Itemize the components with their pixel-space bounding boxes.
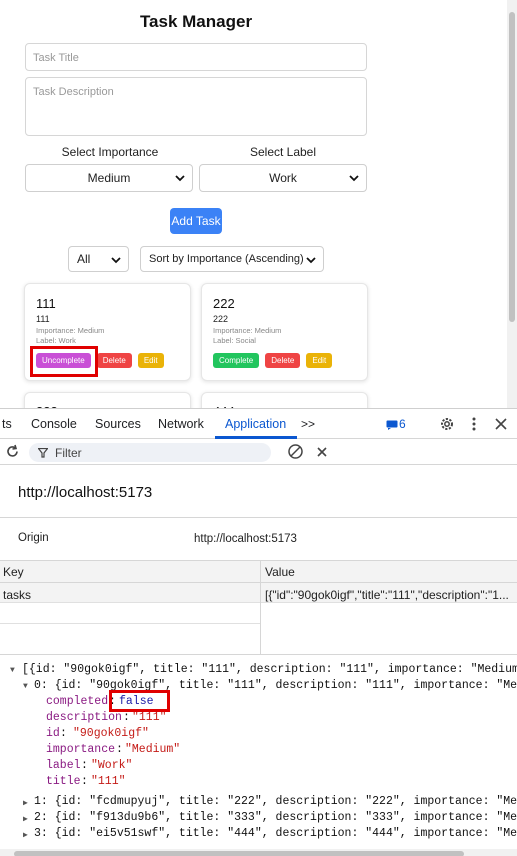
uncomplete-button[interactable]: Uncomplete bbox=[36, 353, 91, 368]
storage-toolbar: Filter bbox=[0, 439, 517, 465]
tree-item-0[interactable]: ▼ 0: {id: "90gok0igf", title: "111", des… bbox=[0, 679, 517, 695]
tree-item-3[interactable]: ▶ 3: {id: "ei5v51swf", title: "444", des… bbox=[0, 827, 517, 843]
label-select[interactable]: Work bbox=[199, 164, 367, 192]
filter-placeholder: Filter bbox=[55, 445, 82, 460]
kebab-menu-icon[interactable] bbox=[470, 416, 478, 432]
task-description: 222 bbox=[213, 314, 229, 324]
delete-button[interactable]: Delete bbox=[265, 353, 301, 368]
task-label: Label: Social bbox=[213, 336, 256, 345]
importance-select[interactable]: Medium bbox=[25, 164, 193, 192]
sort-select[interactable]: Sort by Importance (Ascending) bbox=[140, 246, 324, 272]
tab-console[interactable]: Console bbox=[31, 417, 77, 431]
task-importance: Importance: Medium bbox=[36, 326, 105, 335]
tab-network[interactable]: Network bbox=[158, 417, 204, 431]
value-column-header[interactable]: Value bbox=[262, 561, 298, 583]
key-column-header[interactable]: Key bbox=[0, 561, 27, 583]
horizontal-scrollbar-thumb[interactable] bbox=[14, 851, 464, 856]
task-label: Label: Work bbox=[36, 336, 76, 345]
page-scrollbar[interactable] bbox=[507, 0, 517, 408]
task-description: 111 bbox=[36, 314, 50, 324]
chevron-down-icon bbox=[111, 257, 121, 264]
devtools-panel: ts Console Sources Network Application >… bbox=[0, 408, 517, 856]
tree-item-1[interactable]: ▶ 1: {id: "fcdmupyuj", title: "222", des… bbox=[0, 795, 517, 811]
add-task-button[interactable]: Add Task bbox=[170, 208, 222, 234]
importance-label: Select Importance bbox=[61, 145, 159, 159]
chevron-down-icon bbox=[306, 257, 316, 264]
filter-input[interactable]: Filter bbox=[29, 443, 271, 462]
task-title-input[interactable]: Task Title bbox=[25, 43, 367, 71]
issues-count: 6 bbox=[399, 417, 406, 431]
sort-select-value: Sort by Importance (Ascending) bbox=[149, 253, 304, 265]
prop-label: label: "Work" bbox=[46, 759, 133, 772]
table-row-value[interactable]: [{"id":"90gok0igf","title":"111","descri… bbox=[262, 585, 517, 605]
task-card: 333 bbox=[24, 392, 191, 408]
prop-title: title: "111" bbox=[46, 775, 126, 788]
task-title: 222 bbox=[213, 296, 235, 311]
chevron-down-icon bbox=[349, 175, 359, 182]
tab-application[interactable]: Application bbox=[225, 417, 286, 431]
task-card: 444 bbox=[201, 392, 368, 408]
devtools-tabbar: ts Console Sources Network Application >… bbox=[0, 409, 517, 439]
more-tabs-icon[interactable]: >> bbox=[301, 417, 315, 431]
storage-table: Key Value tasks [{"id":"90gok0igf","titl… bbox=[0, 561, 517, 655]
page-title: Task Manager bbox=[139, 12, 253, 31]
task-card: 111 111 Importance: Medium Label: Work U… bbox=[24, 283, 191, 381]
filter-select[interactable]: All bbox=[68, 246, 129, 272]
task-importance: Importance: Medium bbox=[213, 326, 282, 335]
tree-item-2[interactable]: ▶ 2: {id: "f913du9b6", title: "333", des… bbox=[0, 811, 517, 827]
label-select-label: Select Label bbox=[249, 145, 317, 159]
filter-select-value: All bbox=[77, 252, 91, 266]
edit-button[interactable]: Edit bbox=[306, 353, 333, 368]
tab-elements[interactable]: ts bbox=[2, 417, 12, 431]
clear-all-icon[interactable] bbox=[287, 443, 304, 460]
task-title: 111 bbox=[36, 296, 56, 311]
prop-id: id: "90gok0igf" bbox=[46, 727, 149, 740]
tree-root[interactable]: ▼ [{id: "90gok0igf", title: "111", descr… bbox=[0, 663, 517, 679]
storage-origin-title: http://localhost:5173 bbox=[18, 484, 153, 501]
prop-completed: completed: false bbox=[46, 695, 154, 708]
table-row-key[interactable]: tasks bbox=[0, 585, 258, 605]
prop-importance: importance: "Medium" bbox=[46, 743, 181, 756]
task-card: 222 222 Importance: Medium Label: Social… bbox=[201, 283, 368, 381]
chevron-down-icon bbox=[175, 175, 185, 182]
origin-label: Origin bbox=[18, 532, 49, 544]
edit-button[interactable]: Edit bbox=[137, 353, 164, 368]
delete-selected-icon[interactable] bbox=[317, 447, 327, 457]
gear-icon[interactable] bbox=[439, 416, 455, 432]
complete-button[interactable]: Complete bbox=[213, 353, 260, 368]
origin-value: http://localhost:5173 bbox=[194, 533, 297, 545]
task-description-input[interactable]: Task Description bbox=[25, 77, 367, 136]
task-manager-app: Task Manager Task Title Task Description… bbox=[0, 0, 517, 408]
tab-sources[interactable]: Sources bbox=[95, 417, 141, 431]
delete-button[interactable]: Delete bbox=[96, 353, 132, 368]
refresh-icon[interactable] bbox=[5, 444, 20, 459]
close-icon[interactable] bbox=[495, 418, 507, 430]
prop-description: description: "111" bbox=[46, 711, 167, 724]
label-select-value: Work bbox=[269, 171, 297, 185]
importance-select-value: Medium bbox=[87, 171, 131, 185]
filter-icon bbox=[38, 448, 48, 458]
issues-icon[interactable] bbox=[386, 420, 398, 430]
